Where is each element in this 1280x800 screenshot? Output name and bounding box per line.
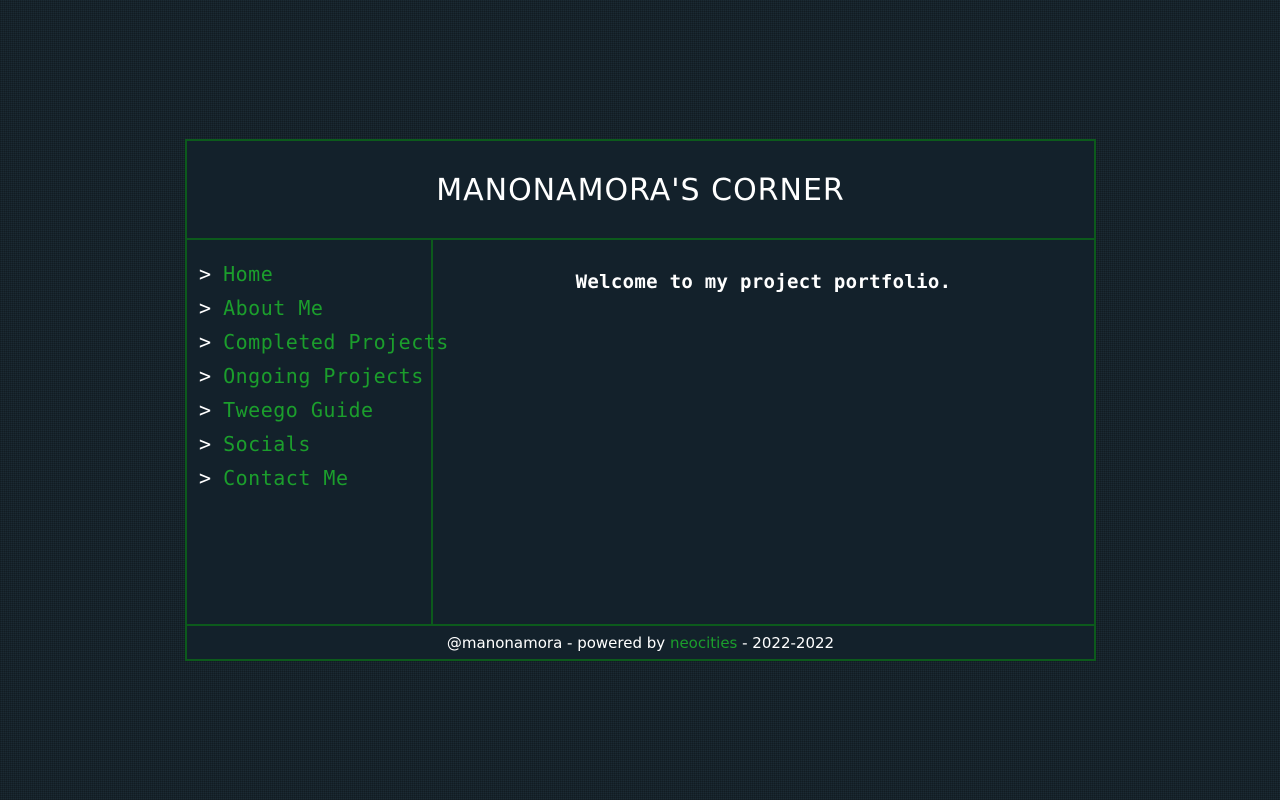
sidebar-item-completed-projects: > Completed Projects [187,329,448,363]
footer-suffix: - 2022-2022 [737,633,835,652]
nav-link-home[interactable]: Home [223,262,273,286]
site-header: MANONAMORA'S CORNER [187,141,1094,240]
nav-link-about-me[interactable]: About Me [223,296,323,320]
neocities-link[interactable]: neocities [670,634,737,652]
welcome-message: Welcome to my project portfolio. [575,271,952,293]
nav-link-socials[interactable]: Socials [223,432,311,456]
arrow-icon: > [199,330,212,354]
main-layout: > Home > About Me > Completed Projects >… [187,240,1094,626]
sidebar-item-ongoing-projects: > Ongoing Projects [187,363,431,397]
nav-link-completed-projects[interactable]: Completed Projects [223,330,449,354]
sidebar-item-contact-me: > Contact Me [187,465,431,499]
site-title: MANONAMORA'S CORNER [436,173,845,208]
sidebar-item-home: > Home [187,261,431,295]
arrow-icon: > [199,432,212,456]
footer-prefix: @manonamora - powered by [446,633,670,652]
arrow-icon: > [199,364,212,388]
main-content: Welcome to my project portfolio. [433,240,1094,624]
nav-link-contact-me[interactable]: Contact Me [223,466,348,490]
sidebar-nav: > Home > About Me > Completed Projects >… [187,240,448,624]
site-frame: MANONAMORA'S CORNER > Home > About Me > … [185,139,1096,661]
nav-link-ongoing-projects[interactable]: Ongoing Projects [223,364,424,388]
arrow-icon: > [199,466,212,490]
sidebar-item-socials: > Socials [187,431,431,465]
nav-link-tweego-guide[interactable]: Tweego Guide [223,398,374,422]
sidebar-item-tweego-guide: > Tweego Guide [187,397,431,431]
site-footer: @manonamora - powered by neocities - 202… [187,626,1094,659]
sidebar-item-about-me: > About Me [187,295,431,329]
arrow-icon: > [199,262,212,286]
arrow-icon: > [199,296,212,320]
arrow-icon: > [199,398,212,422]
